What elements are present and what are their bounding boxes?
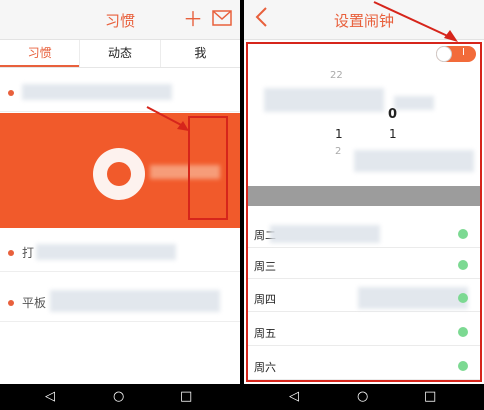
day-row[interactable]: 周六 <box>248 352 480 380</box>
blurred-day <box>270 225 380 243</box>
day-row[interactable]: 周四 <box>248 284 480 312</box>
blurred-picker <box>354 150 474 172</box>
habit-item[interactable]: 平板 <box>0 282 240 322</box>
blurred-habit-name <box>22 84 172 100</box>
habit-dot <box>8 300 14 306</box>
system-nav-bar: ◁ ○ □ <box>0 384 240 410</box>
envelope-icon[interactable] <box>212 8 232 30</box>
habit-label: 平板 <box>22 296 47 310</box>
annotation-arrow-icon <box>146 106 189 131</box>
habit-label: 打 <box>22 246 35 260</box>
minute-value[interactable]: 1 <box>389 127 397 141</box>
tab-bar: 习惯 动态 我 <box>0 40 240 68</box>
home-nav-icon[interactable]: ○ <box>357 388 368 406</box>
recents-nav-icon[interactable]: □ <box>424 388 436 406</box>
alarm-toggle[interactable]: I <box>436 46 476 62</box>
day-label: 周六 <box>254 361 276 374</box>
system-nav-bar: ◁ ○ □ <box>244 384 484 410</box>
back-nav-icon[interactable]: ◁ <box>45 388 55 406</box>
habit-dot <box>8 250 14 256</box>
habit-item[interactable] <box>0 72 240 112</box>
day-status-dot[interactable] <box>458 361 468 371</box>
day-status-dot[interactable] <box>458 260 468 270</box>
habit-header: 习惯 ＋ <box>0 0 240 40</box>
blurred-day <box>358 287 468 309</box>
blurred-picker <box>264 88 384 112</box>
hour-value[interactable]: 1 <box>335 127 343 141</box>
day-label: 周四 <box>254 293 276 306</box>
day-status-dot[interactable] <box>458 293 468 303</box>
back-nav-icon[interactable]: ◁ <box>289 388 299 406</box>
habit-dot <box>8 90 14 96</box>
page-title: 习惯 <box>104 12 135 30</box>
blurred-habit-name <box>50 290 220 312</box>
habit-item[interactable]: 打 <box>0 232 240 272</box>
toggle-knob <box>436 46 452 62</box>
tab-me[interactable]: 我 <box>159 40 240 67</box>
picker-divider <box>248 186 480 206</box>
tab-habit[interactable]: 习惯 <box>0 40 80 67</box>
toggle-on-mark: I <box>462 47 465 58</box>
blurred-habit-name <box>36 244 176 260</box>
picker-value: 22 <box>330 70 343 81</box>
tab-feed[interactable]: 动态 <box>79 40 159 67</box>
day-label: 周三 <box>254 260 276 273</box>
app-logo-icon <box>93 148 145 200</box>
habit-screen: 习惯 ＋ 习惯 动态 我 打 平板 <box>0 0 240 384</box>
alarm-screen: 设置闹钟 I 22 0 1 1 2 周二 周三 周四 周五 周六 <box>244 0 484 384</box>
day-status-dot[interactable] <box>458 229 468 239</box>
selected-minute[interactable]: 0 <box>388 107 397 122</box>
day-row[interactable]: 周二 <box>248 220 480 248</box>
recents-nav-icon[interactable]: □ <box>180 388 192 406</box>
day-status-dot[interactable] <box>458 327 468 337</box>
annotation-arrow-icon <box>373 1 458 42</box>
blurred-picker <box>394 96 434 110</box>
home-nav-icon[interactable]: ○ <box>113 388 124 406</box>
day-row[interactable]: 周三 <box>248 251 480 279</box>
picker-value: 2 <box>335 146 342 157</box>
day-row[interactable]: 周五 <box>248 318 480 346</box>
day-label: 周五 <box>254 327 276 340</box>
plus-icon[interactable]: ＋ <box>183 8 203 30</box>
